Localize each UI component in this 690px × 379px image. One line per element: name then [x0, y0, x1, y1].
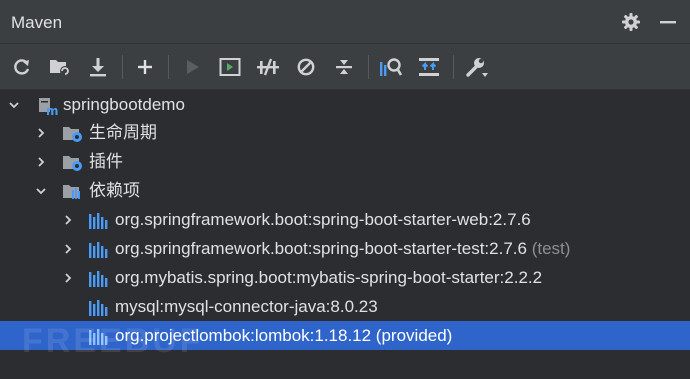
execute-goal-icon[interactable]	[216, 53, 244, 81]
chevron-right-icon[interactable]	[60, 205, 76, 234]
maven-module-icon: m	[38, 95, 59, 118]
tree-node-lifecycle[interactable]: 生命周期	[0, 118, 690, 147]
maven-toolbar	[0, 44, 690, 90]
toolbar-separator	[168, 55, 169, 79]
dependencies-folder-icon	[62, 181, 82, 200]
toolbar-separator	[453, 55, 454, 79]
minimize-icon[interactable]	[656, 10, 680, 34]
chevron-right-icon[interactable]	[60, 263, 76, 292]
dependency-scope: (test)	[531, 239, 571, 258]
plugins-folder-icon	[62, 152, 82, 171]
chevron-down-icon[interactable]	[33, 176, 49, 205]
chevron-right-icon[interactable]	[60, 234, 76, 263]
generate-sources-icon[interactable]	[46, 53, 74, 81]
analyze-dependencies-icon[interactable]	[377, 53, 405, 81]
collapse-all-icon[interactable]	[330, 53, 358, 81]
library-icon	[88, 210, 108, 229]
library-icon	[88, 239, 108, 258]
lifecycle-label: 生命周期	[89, 123, 157, 142]
dependency-row[interactable]: org.springframework.boot:spring-boot-sta…	[0, 205, 690, 234]
reload-all-icon[interactable]	[8, 53, 36, 81]
toggle-offline-icon[interactable]	[254, 53, 282, 81]
add-project-icon[interactable]	[131, 53, 159, 81]
download-icon[interactable]	[84, 53, 112, 81]
dependencies-label: 依赖项	[89, 181, 140, 200]
tool-window-title: Maven	[11, 13, 63, 32]
run-icon[interactable]	[178, 53, 206, 81]
tree-node-project[interactable]: m springbootdemo	[0, 90, 690, 119]
dependency-label: org.mybatis.spring.boot:mybatis-spring-b…	[115, 268, 543, 287]
chevron-right-icon[interactable]	[33, 118, 49, 147]
dependency-label: org.springframework.boot:spring-boot-sta…	[115, 210, 531, 229]
show-diagram-icon[interactable]	[415, 53, 443, 81]
library-icon	[88, 297, 108, 316]
tree-node-dependencies[interactable]: 依赖项	[0, 176, 690, 205]
toolbar-separator	[122, 55, 123, 79]
chevron-down-icon[interactable]	[6, 90, 22, 119]
dependency-row[interactable]: org.springframework.boot:spring-boot-sta…	[0, 234, 690, 263]
tree-node-plugins[interactable]: 插件	[0, 147, 690, 176]
project-label: springbootdemo	[63, 95, 185, 114]
dependency-label: mysql:mysql-connector-java:8.0.23	[115, 297, 378, 316]
toolbar-separator	[368, 55, 369, 79]
watermark: FREEBUF	[22, 322, 204, 360]
dependency-label: org.springframework.boot:spring-boot-sta…	[115, 239, 571, 258]
gear-icon[interactable]	[619, 10, 643, 34]
svg-text:m: m	[46, 104, 58, 115]
skip-tests-icon[interactable]	[292, 53, 320, 81]
chevron-right-icon[interactable]	[33, 147, 49, 176]
settings-wrench-icon[interactable]	[463, 53, 491, 81]
dependency-row[interactable]: org.mybatis.spring.boot:mybatis-spring-b…	[0, 263, 690, 292]
lifecycle-folder-icon	[62, 123, 82, 142]
plugins-label: 插件	[89, 152, 123, 171]
tool-window-header: Maven	[0, 0, 690, 44]
dependency-row[interactable]: mysql:mysql-connector-java:8.0.23	[0, 292, 690, 321]
library-icon	[88, 268, 108, 287]
